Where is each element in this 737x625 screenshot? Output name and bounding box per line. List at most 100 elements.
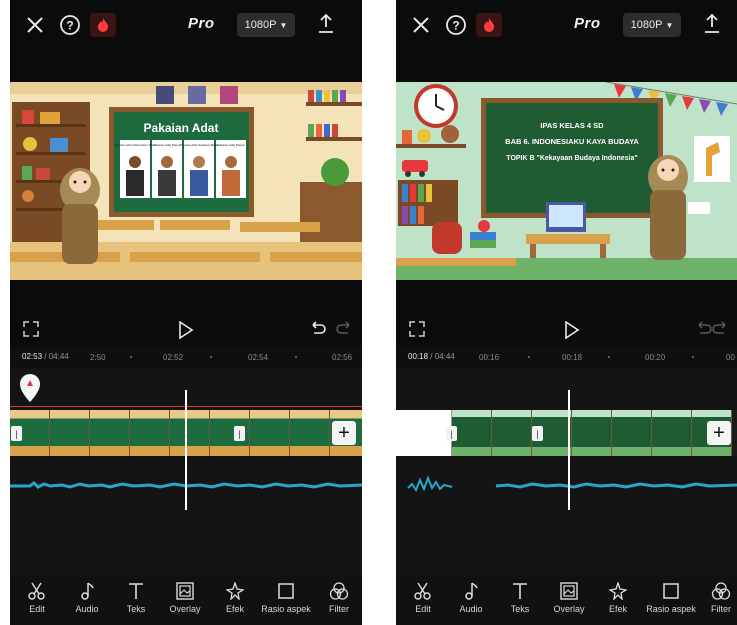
tool-label: Overlay bbox=[553, 604, 585, 614]
playhead[interactable] bbox=[185, 390, 187, 510]
tool-edit[interactable]: Edit bbox=[12, 580, 62, 614]
audio-waveform[interactable] bbox=[396, 474, 737, 496]
tool-label: Filter bbox=[329, 604, 349, 614]
tool-effects[interactable]: Efek bbox=[593, 580, 643, 614]
resolution-dropdown[interactable]: 1080P ▼ bbox=[237, 13, 295, 37]
video-preview[interactable]: IPAS KELAS 4 SD BAB 6. INDONESIAKU KAYA … bbox=[396, 82, 737, 280]
sparkle-icon bbox=[210, 580, 260, 602]
tool-audio[interactable]: Audio bbox=[446, 580, 496, 614]
flame-icon[interactable] bbox=[476, 13, 502, 37]
resolution-value: 1080P bbox=[244, 19, 277, 31]
right-screen: ? Pro 1080P ▼ IPAS KELAS 4 SD BAB 6. IND… bbox=[396, 0, 737, 625]
tool-label: Overlay bbox=[169, 604, 201, 614]
clip-trim-handle[interactable]: | bbox=[446, 426, 457, 441]
board-line-2: BAB 6. INDONESIAKU KAYA BUDAYA bbox=[505, 137, 639, 146]
board-line-3: TOPIK B "Kekayaan Budaya Indonesia" bbox=[506, 155, 637, 162]
text-icon bbox=[495, 580, 545, 602]
playhead[interactable] bbox=[568, 390, 570, 510]
bottom-toolbar: Edit Audio Teks Overlay Efek Rasio aspek… bbox=[10, 576, 362, 625]
redo-icon[interactable] bbox=[710, 320, 730, 338]
tool-overlay[interactable]: Overlay bbox=[544, 580, 594, 614]
sparkle-icon bbox=[593, 580, 643, 602]
undo-icon[interactable] bbox=[308, 320, 328, 338]
music-note-icon bbox=[62, 580, 112, 602]
ruler-tick: 00 bbox=[726, 353, 735, 362]
ruler-tick: 02:52 bbox=[163, 353, 184, 362]
ruler-tick: 2:50 bbox=[90, 353, 106, 362]
board-title: Pakaian Adat bbox=[144, 121, 219, 135]
flame-icon[interactable] bbox=[90, 13, 116, 37]
music-note-icon bbox=[446, 580, 496, 602]
ruler-tick: 00:18 bbox=[562, 353, 583, 362]
current-time: 02:53 bbox=[22, 352, 43, 361]
text-icon bbox=[111, 580, 161, 602]
add-clip-button[interactable]: + bbox=[707, 421, 731, 445]
resolution-value: 1080P bbox=[630, 19, 663, 31]
svg-text:?: ? bbox=[66, 19, 73, 33]
time-ruler: 00:18 / 04:44 00:16 00:18 00:20 00 bbox=[396, 346, 737, 368]
tool-label: Audio bbox=[459, 604, 483, 614]
resolution-dropdown[interactable]: 1080P ▼ bbox=[623, 13, 681, 37]
overlay-icon bbox=[160, 580, 210, 602]
tool-filter[interactable]: Filter bbox=[314, 580, 362, 614]
clip-trim-handle[interactable]: | bbox=[532, 426, 543, 441]
ruler-tick: 00:16 bbox=[479, 353, 500, 362]
video-preview[interactable]: Pakaian Adat Pakaian Adat Kalimantan Tim… bbox=[10, 82, 362, 280]
export-icon[interactable] bbox=[702, 12, 722, 36]
help-icon[interactable]: ? bbox=[444, 13, 468, 37]
card-caption: Pakaian Adat Sulawesi Barat bbox=[180, 143, 219, 147]
tool-label: Efek bbox=[608, 604, 627, 614]
tool-effects[interactable]: Efek bbox=[210, 580, 260, 614]
close-icon[interactable] bbox=[410, 14, 432, 36]
playback-controls bbox=[396, 318, 737, 342]
fullscreen-icon[interactable] bbox=[408, 320, 426, 338]
play-icon[interactable] bbox=[562, 319, 582, 341]
pro-label[interactable]: Pro bbox=[574, 15, 601, 32]
playback-controls bbox=[10, 318, 362, 342]
filter-icon bbox=[696, 580, 737, 602]
help-icon[interactable]: ? bbox=[58, 13, 82, 37]
tool-edit[interactable]: Edit bbox=[398, 580, 448, 614]
total-time: / 04:44 bbox=[430, 352, 455, 361]
tool-aspect-ratio[interactable]: Rasio aspek bbox=[646, 580, 696, 614]
export-icon[interactable] bbox=[316, 12, 336, 36]
scissors-icon bbox=[12, 580, 62, 602]
close-icon[interactable] bbox=[24, 14, 46, 36]
ruler-tick: 02:56 bbox=[332, 353, 353, 362]
timeline[interactable]: 00:18 / 04:44 00:16 00:18 00:20 00 | | + bbox=[396, 346, 737, 576]
fullscreen-icon[interactable] bbox=[22, 320, 40, 338]
left-screen: ? Pro 1080P ▼ Pakaian Adat Pakaian Adat … bbox=[10, 0, 362, 625]
clip-trim-handle[interactable]: | bbox=[234, 426, 245, 441]
total-time: / 04:44 bbox=[44, 352, 69, 361]
clip-trim-handle[interactable]: | bbox=[11, 426, 22, 441]
tool-label: Edit bbox=[415, 604, 431, 614]
play-icon[interactable] bbox=[176, 319, 196, 341]
tool-overlay[interactable]: Overlay bbox=[160, 580, 210, 614]
filter-icon bbox=[314, 580, 362, 602]
redo-icon[interactable] bbox=[334, 320, 354, 338]
tool-filter[interactable]: Filter bbox=[696, 580, 737, 614]
tool-label: Rasio aspek bbox=[646, 604, 696, 614]
scissors-icon bbox=[398, 580, 448, 602]
aspect-ratio-icon bbox=[261, 580, 311, 602]
aspect-ratio-icon bbox=[646, 580, 696, 602]
bottom-toolbar: Edit Audio Teks Overlay Efek Rasio aspek… bbox=[396, 576, 737, 625]
tool-text[interactable]: Teks bbox=[495, 580, 545, 614]
card-caption: Pakaian Adat Papua bbox=[217, 143, 245, 147]
tool-label: Teks bbox=[510, 604, 530, 614]
pro-label[interactable]: Pro bbox=[188, 15, 215, 32]
video-track[interactable]: | | + bbox=[396, 410, 737, 456]
top-bar: ? Pro 1080P ▼ bbox=[396, 0, 737, 52]
tool-label: Efek bbox=[225, 604, 244, 614]
top-bar: ? Pro 1080P ▼ bbox=[10, 0, 362, 52]
time-ruler: 02:53 / 04:44 2:50 02:52 02:54 02:56 bbox=[10, 346, 362, 368]
svg-text:?: ? bbox=[452, 19, 459, 33]
tool-text[interactable]: Teks bbox=[111, 580, 161, 614]
card-caption: Pakaian Adat Papua bbox=[153, 143, 181, 147]
caret-down-icon: ▼ bbox=[279, 20, 288, 30]
tool-label: Audio bbox=[75, 604, 99, 614]
tool-audio[interactable]: Audio bbox=[62, 580, 112, 614]
tool-aspect-ratio[interactable]: Rasio aspek bbox=[261, 580, 311, 614]
add-clip-button[interactable]: + bbox=[332, 421, 356, 445]
card-caption: Pakaian Adat Kalimantan Timur bbox=[114, 143, 156, 147]
